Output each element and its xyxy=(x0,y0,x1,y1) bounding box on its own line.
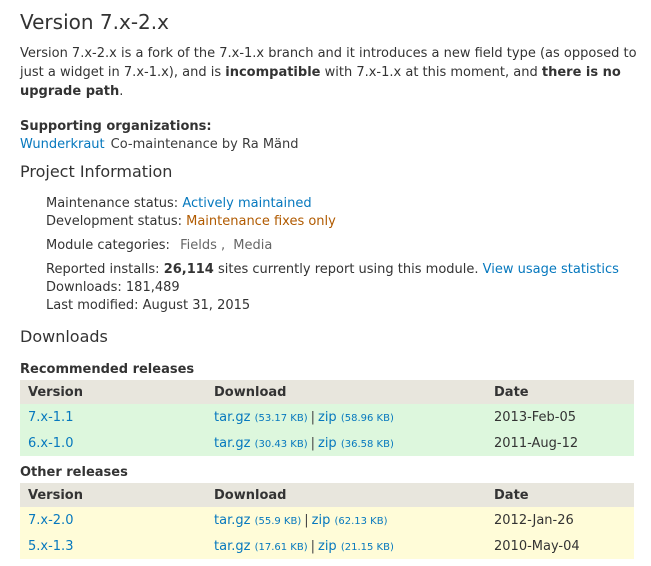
recommended-releases-table: Version Download Date 7.x-1.1 tar.gz (53… xyxy=(20,380,634,456)
release-date: 2010-May-04 xyxy=(486,533,634,559)
link-separator: | xyxy=(310,435,315,451)
tar-gz-size: (17.61 KB) xyxy=(254,541,308,553)
tar-gz-size: (55.9 KB) xyxy=(254,515,302,527)
development-status: Development status: Maintenance fixes on… xyxy=(46,214,336,229)
installs-text: sites currently report using this module… xyxy=(213,262,483,277)
table-row: 7.x-1.1 tar.gz (53.17 KB) | zip (58.96 KB)… xyxy=(20,404,634,430)
zip-link[interactable]: zip (62.13 KB) xyxy=(312,513,388,528)
other-releases-table: Version Download Date 7.x-2.0 tar.gz (55… xyxy=(20,483,634,559)
supporting-orgs-label: Supporting organizations: xyxy=(20,119,212,134)
link-separator: | xyxy=(304,512,309,528)
link-separator: | xyxy=(310,538,315,554)
development-status-label: Development status: xyxy=(46,214,187,229)
col-download-header: Download xyxy=(206,483,486,507)
zip-size: (21.15 KB) xyxy=(340,541,394,553)
maintenance-status-label: Maintenance status: xyxy=(46,196,183,211)
table-row: 7.x-2.0 tar.gz (55.9 KB) | zip (62.13 KB) … xyxy=(20,507,634,533)
release-date: 2012-Jan-26 xyxy=(486,507,634,533)
tar-gz-link[interactable]: tar.gz (17.61 KB) xyxy=(214,539,308,554)
table-row: 5.x-1.3 tar.gz (17.61 KB) | zip (21.15 KB)… xyxy=(20,533,634,559)
zip-size: (36.58 KB) xyxy=(340,438,394,450)
table-header-row: Version Download Date xyxy=(20,483,634,507)
category-link-fields[interactable]: Fields xyxy=(180,238,217,253)
intro-text-2: with 7.x-1.x at this moment, and xyxy=(320,65,542,80)
table-header-row: Version Download Date xyxy=(20,380,634,404)
module-categories: Module categories: Fields , Media xyxy=(46,238,273,253)
org-description: Co-maintenance by Ra Mänd xyxy=(110,137,299,152)
release-version-link[interactable]: 7.x-2.0 xyxy=(28,513,73,528)
downloads-heading: Downloads xyxy=(20,327,108,346)
tar-gz-link[interactable]: tar.gz (53.17 KB) xyxy=(214,410,308,425)
module-categories-label: Module categories: xyxy=(46,238,170,253)
other-releases-heading: Other releases xyxy=(20,465,128,480)
col-version-header: Version xyxy=(20,380,206,404)
release-version-link[interactable]: 7.x-1.1 xyxy=(28,410,73,425)
zip-link[interactable]: zip (21.15 KB) xyxy=(318,539,394,554)
zip-size: (62.13 KB) xyxy=(334,515,388,527)
intro-bold-1: incompatible xyxy=(225,65,321,80)
release-version-link[interactable]: 5.x-1.3 xyxy=(28,539,73,554)
table-row: 6.x-1.0 tar.gz (30.43 KB) | zip (36.58 KB)… xyxy=(20,430,634,456)
zip-link[interactable]: zip (58.96 KB) xyxy=(318,410,394,425)
usage-statistics-link[interactable]: View usage statistics xyxy=(483,262,619,277)
development-status-link[interactable]: Maintenance fixes only xyxy=(186,214,336,229)
page-title: Version 7.x-2.x xyxy=(20,10,169,34)
installs-label: Reported installs: xyxy=(46,262,164,277)
release-version-link[interactable]: 6.x-1.0 xyxy=(28,436,73,451)
supporting-org-line: Wunderkraut Co-maintenance by Ra Mänd xyxy=(20,137,299,152)
col-date-header: Date xyxy=(486,380,634,404)
release-date: 2011-Aug-12 xyxy=(486,430,634,456)
intro-paragraph: Version 7.x-2.x is a fork of the 7.x-1.x… xyxy=(20,44,640,101)
project-info-heading: Project Information xyxy=(20,162,173,181)
tar-gz-size: (30.43 KB) xyxy=(254,438,308,450)
reported-installs: Reported installs: 26,114 sites currentl… xyxy=(46,262,619,277)
release-date: 2013-Feb-05 xyxy=(486,404,634,430)
recommended-releases-heading: Recommended releases xyxy=(20,362,195,377)
installs-count: 26,114 xyxy=(163,262,214,277)
category-link-media[interactable]: Media xyxy=(233,238,272,253)
downloads-count: Downloads: 181,489 xyxy=(46,280,180,295)
maintenance-status-link[interactable]: Actively maintained xyxy=(182,196,311,211)
col-version-header: Version xyxy=(20,483,206,507)
maintenance-status: Maintenance status: Actively maintained xyxy=(46,196,312,211)
tar-gz-size: (53.17 KB) xyxy=(254,412,308,424)
zip-link[interactable]: zip (36.58 KB) xyxy=(318,436,394,451)
tar-gz-link[interactable]: tar.gz (55.9 KB) xyxy=(214,513,301,528)
col-date-header: Date xyxy=(486,483,634,507)
tar-gz-link[interactable]: tar.gz (30.43 KB) xyxy=(214,436,308,451)
intro-text-3: . xyxy=(119,84,124,99)
zip-size: (58.96 KB) xyxy=(340,412,394,424)
org-link-wunderkraut[interactable]: Wunderkraut xyxy=(20,137,105,152)
last-modified: Last modified: August 31, 2015 xyxy=(46,298,251,313)
col-download-header: Download xyxy=(206,380,486,404)
link-separator: | xyxy=(310,409,315,425)
